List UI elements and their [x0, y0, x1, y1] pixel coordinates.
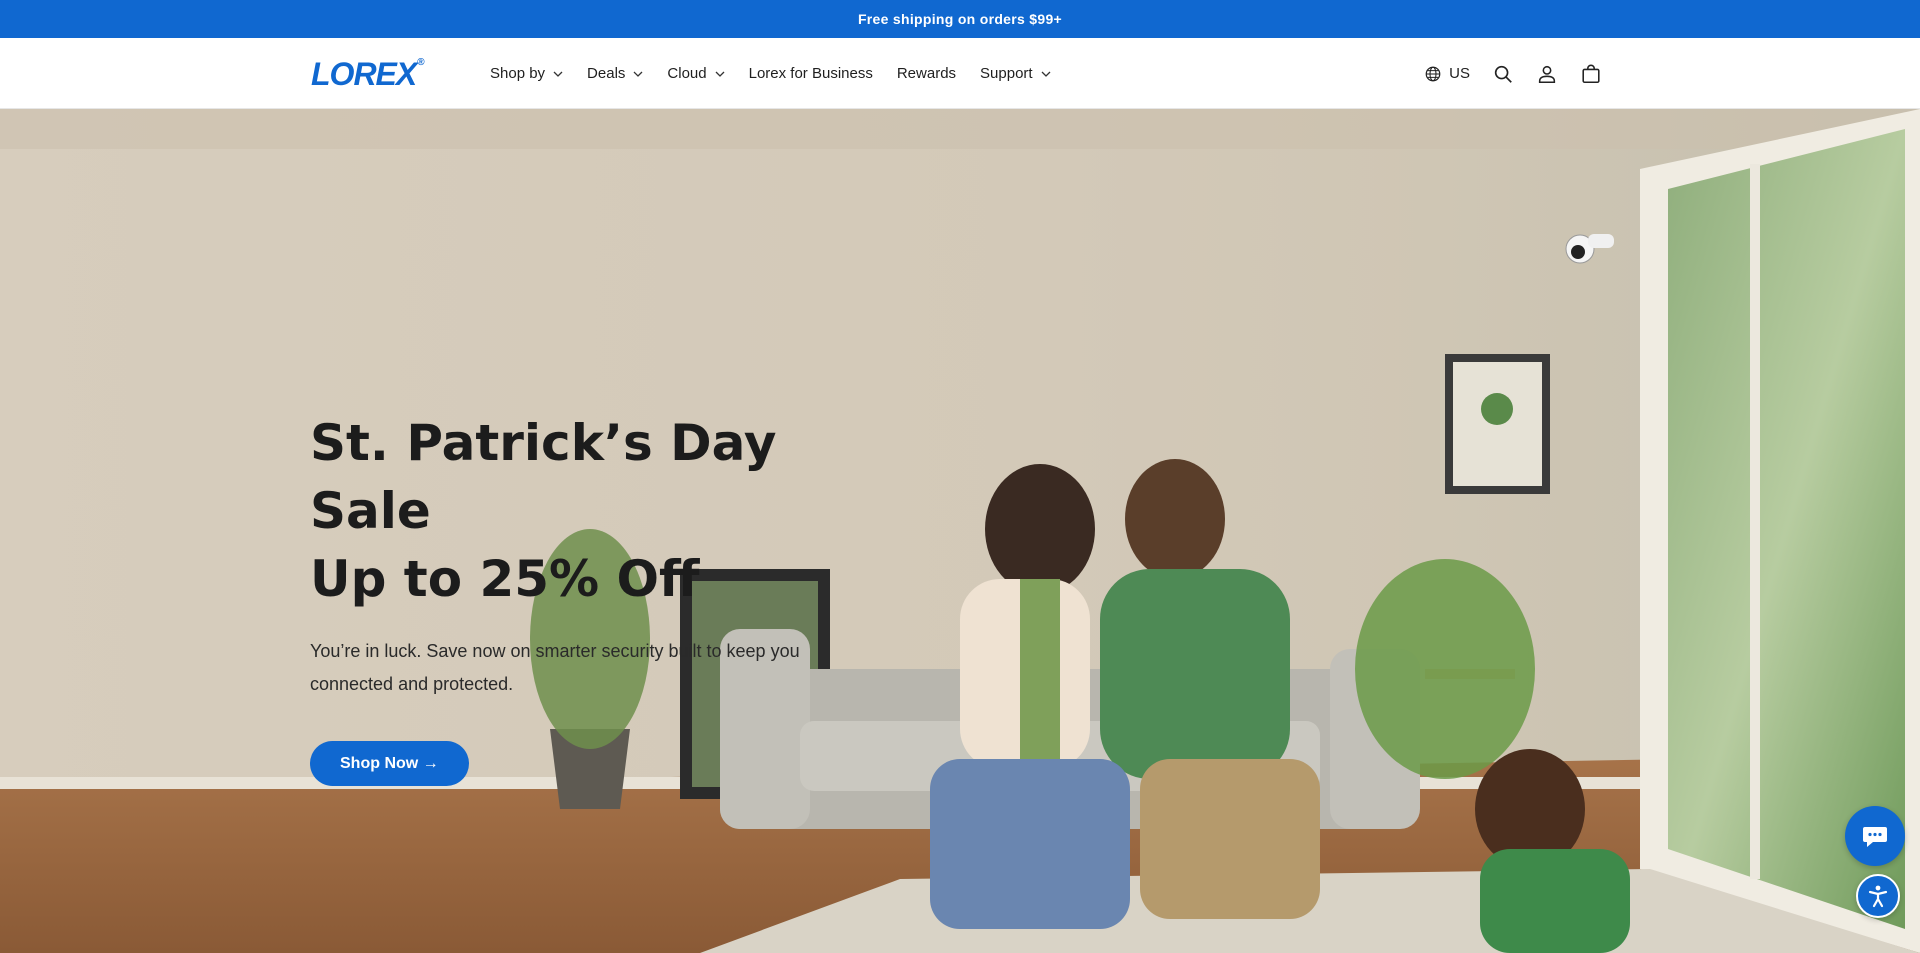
chat-icon [1863, 827, 1887, 847]
hero-subtitle: You’re in luck. Save now on smarter secu… [310, 641, 800, 694]
hero-title: St. Patrick’s Day Sale Up to 25% Off [310, 409, 870, 613]
header-utilities: US [1402, 38, 1602, 109]
announcement-bar: Free shipping on orders $99+ [0, 0, 1920, 38]
nav-shop-by-label: Shop by [490, 65, 546, 82]
lorex-logo[interactable]: LOREX ® [311, 56, 425, 92]
chevron-down-icon [1041, 69, 1051, 79]
shop-now-button[interactable]: Shop Now → [310, 741, 469, 786]
search-button[interactable] [1492, 63, 1514, 85]
hero-title-line-1: St. Patrick’s Day Sale [310, 414, 777, 540]
account-button[interactable] [1536, 63, 1558, 85]
chevron-down-icon [715, 69, 725, 79]
hero-content: St. Patrick’s Day Sale Up to 25% Off You… [310, 409, 870, 786]
hero-banner: St. Patrick’s Day Sale Up to 25% Off You… [0, 109, 1920, 953]
nav-cloud[interactable]: Cloud [667, 54, 725, 94]
announcement-text: Free shipping on orders $99+ [857, 11, 1063, 27]
nav-cloud-label: Cloud [667, 65, 707, 82]
nav-support[interactable]: Support [980, 54, 1051, 94]
globe-icon [1425, 66, 1441, 81]
nav-lorex-for-business[interactable]: Lorex for Business [749, 54, 873, 94]
cart-icon [1582, 64, 1600, 83]
hero-background-image [0, 109, 1920, 953]
nav-deals[interactable]: Deals [587, 54, 643, 94]
nav-deals-label: Deals [587, 65, 626, 82]
accessibility-button[interactable] [1856, 874, 1900, 918]
main-nav: Shop by Deals Cloud Lorex for Business R… [490, 38, 1075, 109]
cart-button[interactable] [1580, 63, 1602, 85]
chevron-down-icon [633, 69, 643, 79]
accessibility-icon [1868, 885, 1888, 908]
logo-registered-mark: ® [417, 57, 424, 68]
nav-rewards[interactable]: Rewards [897, 54, 956, 94]
chevron-down-icon [553, 69, 563, 79]
hero-title-line-2: Up to 25% Off [310, 550, 700, 608]
locale-label: US [1449, 65, 1470, 82]
account-icon [1538, 65, 1556, 83]
search-icon [1494, 65, 1512, 83]
nav-rewards-label: Rewards [896, 65, 957, 82]
locale-selector[interactable]: US [1424, 65, 1470, 83]
nav-support-label: Support [980, 65, 1033, 82]
nav-shop-by[interactable]: Shop by [490, 54, 563, 94]
site-header: LOREX ® Shop by Deals Cloud Lorex for Bus… [0, 38, 1920, 109]
logo-text: LOREX [311, 56, 417, 92]
chat-button[interactable] [1845, 806, 1905, 866]
nav-lorex-for-business-label: Lorex for Business [748, 65, 873, 82]
